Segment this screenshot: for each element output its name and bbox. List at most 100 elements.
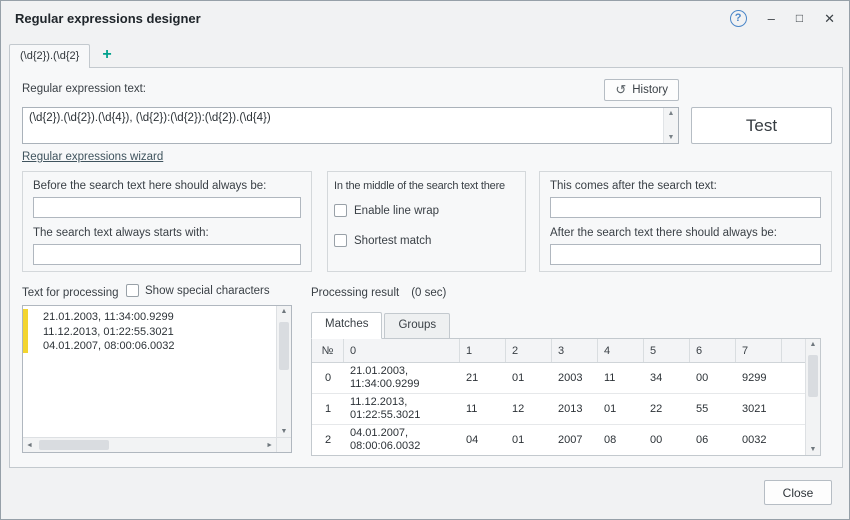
minimize-icon[interactable]: –: [768, 12, 775, 25]
titlebar: Regular expressions designer ? – □ ✕: [1, 1, 849, 35]
regex-designer-window: Regular expressions designer ? – □ ✕ (\d…: [0, 0, 850, 520]
text-for-processing-label: Text for processing: [22, 287, 119, 299]
close-window-icon[interactable]: ✕: [824, 12, 835, 25]
tab-matches[interactable]: Matches: [311, 312, 382, 339]
shortest-match-checkbox[interactable]: Shortest match: [334, 234, 519, 247]
enable-line-wrap-checkbox[interactable]: Enable line wrap: [334, 204, 519, 217]
table-row[interactable]: 2 04.01.2007, 08:00:06.0032 04 01 2007 0…: [312, 425, 805, 456]
group-cell: 04: [460, 425, 506, 455]
group-cell: 00: [644, 425, 690, 455]
match-cell: 04.01.2007, 08:00:06.0032: [344, 425, 460, 455]
tab-expression[interactable]: (\d{2}).(\d{2}: [9, 44, 90, 68]
regex-input-scrollbar[interactable]: ▲ ▼: [663, 108, 678, 143]
header-cell[interactable]: 7: [736, 339, 782, 362]
group-cell: 2003: [552, 363, 598, 393]
row-number-cell: 0: [312, 363, 344, 393]
test-button[interactable]: Test: [691, 107, 832, 144]
header-cell[interactable]: 2: [506, 339, 552, 362]
results-table: № 0 1 2 3 4 5 6 7 0 21.01.2003, 11:34:00…: [311, 338, 821, 456]
tab-page: Regular expression text: ↺ History (\d{2…: [9, 67, 843, 468]
group-cell: 00: [690, 363, 736, 393]
checkbox-icon[interactable]: [126, 284, 139, 297]
history-button[interactable]: ↺ History: [604, 79, 679, 101]
group-cell: 9299: [736, 363, 782, 393]
table-header-row: № 0 1 2 3 4 5 6 7: [312, 339, 805, 363]
before-panel: Before the search text here should alway…: [22, 171, 312, 272]
close-button[interactable]: Close: [764, 480, 832, 505]
processing-result-label: Processing result: [311, 287, 399, 299]
after-text-label: This comes after the search text:: [550, 180, 821, 192]
group-cell: 12: [506, 394, 552, 424]
before-always-input[interactable]: [33, 197, 301, 218]
group-cell: 34: [644, 363, 690, 393]
after-text-input[interactable]: [550, 197, 821, 218]
group-cell: 2007: [552, 425, 598, 455]
scroll-right-icon[interactable]: ►: [266, 442, 273, 449]
scroll-down-icon[interactable]: ▼: [281, 428, 288, 435]
scroll-down-icon[interactable]: ▼: [810, 446, 817, 453]
history-icon: ↺: [615, 82, 626, 98]
scrollbar-thumb[interactable]: [39, 440, 109, 450]
scrollbar-corner: [276, 437, 291, 452]
regex-wizard-link[interactable]: Regular expressions wizard: [22, 151, 163, 163]
header-cell[interactable]: 6: [690, 339, 736, 362]
header-cell[interactable]: 0: [344, 339, 460, 362]
regex-input[interactable]: (\d{2}).(\d{2}).(\d{4}), (\d{2}):(\d{2})…: [23, 108, 663, 143]
group-cell: 01: [598, 394, 644, 424]
table-row[interactable]: 0 21.01.2003, 11:34:00.9299 21 01 2003 1…: [312, 363, 805, 394]
group-cell: 55: [690, 394, 736, 424]
processing-result-row: Processing result (0 sec): [311, 287, 446, 299]
header-cell[interactable]: 5: [644, 339, 690, 362]
source-line: 21.01.2003, 11:34:00.9299: [23, 310, 276, 325]
after-always-input[interactable]: [550, 244, 821, 265]
maximize-icon[interactable]: □: [796, 12, 803, 24]
enable-line-wrap-label: Enable line wrap: [354, 205, 439, 217]
add-tab-plus-icon[interactable]: +: [90, 46, 123, 68]
starts-with-input[interactable]: [33, 244, 301, 265]
header-cell[interactable]: 1: [460, 339, 506, 362]
source-line: 11.12.2013, 01:22:55.3021: [23, 325, 276, 340]
match-cell: 11.12.2013, 01:22:55.3021: [344, 394, 460, 424]
row-number-cell: 2: [312, 425, 344, 455]
group-cell: 0032: [736, 425, 782, 455]
tab-groups[interactable]: Groups: [384, 313, 450, 339]
group-cell: 21: [460, 363, 506, 393]
horizontal-scrollbar[interactable]: ◄ ►: [23, 437, 276, 452]
middle-panel: In the middle of the search text there E…: [327, 171, 526, 272]
header-cell[interactable]: 4: [598, 339, 644, 362]
table-row[interactable]: 1 11.12.2013, 01:22:55.3021 11 12 2013 0…: [312, 394, 805, 425]
scroll-left-icon[interactable]: ◄: [26, 442, 33, 449]
help-icon[interactable]: ?: [730, 10, 747, 27]
header-cell[interactable]: 3: [552, 339, 598, 362]
starts-with-label: The search text always starts with:: [33, 227, 301, 239]
scroll-up-icon[interactable]: ▲: [281, 308, 288, 315]
history-button-label: History: [632, 84, 668, 96]
group-cell: 22: [644, 394, 690, 424]
row-number-cell: 1: [312, 394, 344, 424]
header-filler: [782, 339, 805, 362]
scrollbar-thumb[interactable]: [808, 355, 818, 397]
middle-label: In the middle of the search text there: [334, 180, 519, 192]
vertical-scrollbar[interactable]: ▲ ▼: [276, 306, 291, 437]
scroll-up-icon[interactable]: ▲: [668, 110, 675, 117]
window-controls: ? – □ ✕: [730, 10, 835, 27]
after-always-label: After the search text there should alway…: [550, 227, 821, 239]
scroll-up-icon[interactable]: ▲: [810, 341, 817, 348]
scrollbar-thumb[interactable]: [279, 322, 289, 370]
group-cell: 11: [598, 363, 644, 393]
scroll-down-icon[interactable]: ▼: [668, 134, 675, 141]
group-cell: 01: [506, 425, 552, 455]
source-line: 04.01.2007, 08:00:06.0032: [23, 339, 276, 354]
checkbox-icon[interactable]: [334, 234, 347, 247]
table-vertical-scrollbar[interactable]: ▲ ▼: [805, 339, 820, 455]
result-tabstrip: Matches Groups: [311, 312, 452, 339]
checkbox-icon[interactable]: [334, 204, 347, 217]
group-cell: 08: [598, 425, 644, 455]
window-title: Regular expressions designer: [15, 11, 201, 26]
source-text-content[interactable]: 21.01.2003, 11:34:00.9299 11.12.2013, 01…: [23, 306, 276, 437]
show-special-characters-checkbox[interactable]: Show special characters: [126, 284, 270, 297]
match-cell: 21.01.2003, 11:34:00.9299: [344, 363, 460, 393]
regex-input-box: (\d{2}).(\d{2}).(\d{4}), (\d{2}):(\d{2})…: [22, 107, 679, 144]
header-cell[interactable]: №: [312, 339, 344, 362]
source-text-area[interactable]: 21.01.2003, 11:34:00.9299 11.12.2013, 01…: [22, 305, 292, 453]
